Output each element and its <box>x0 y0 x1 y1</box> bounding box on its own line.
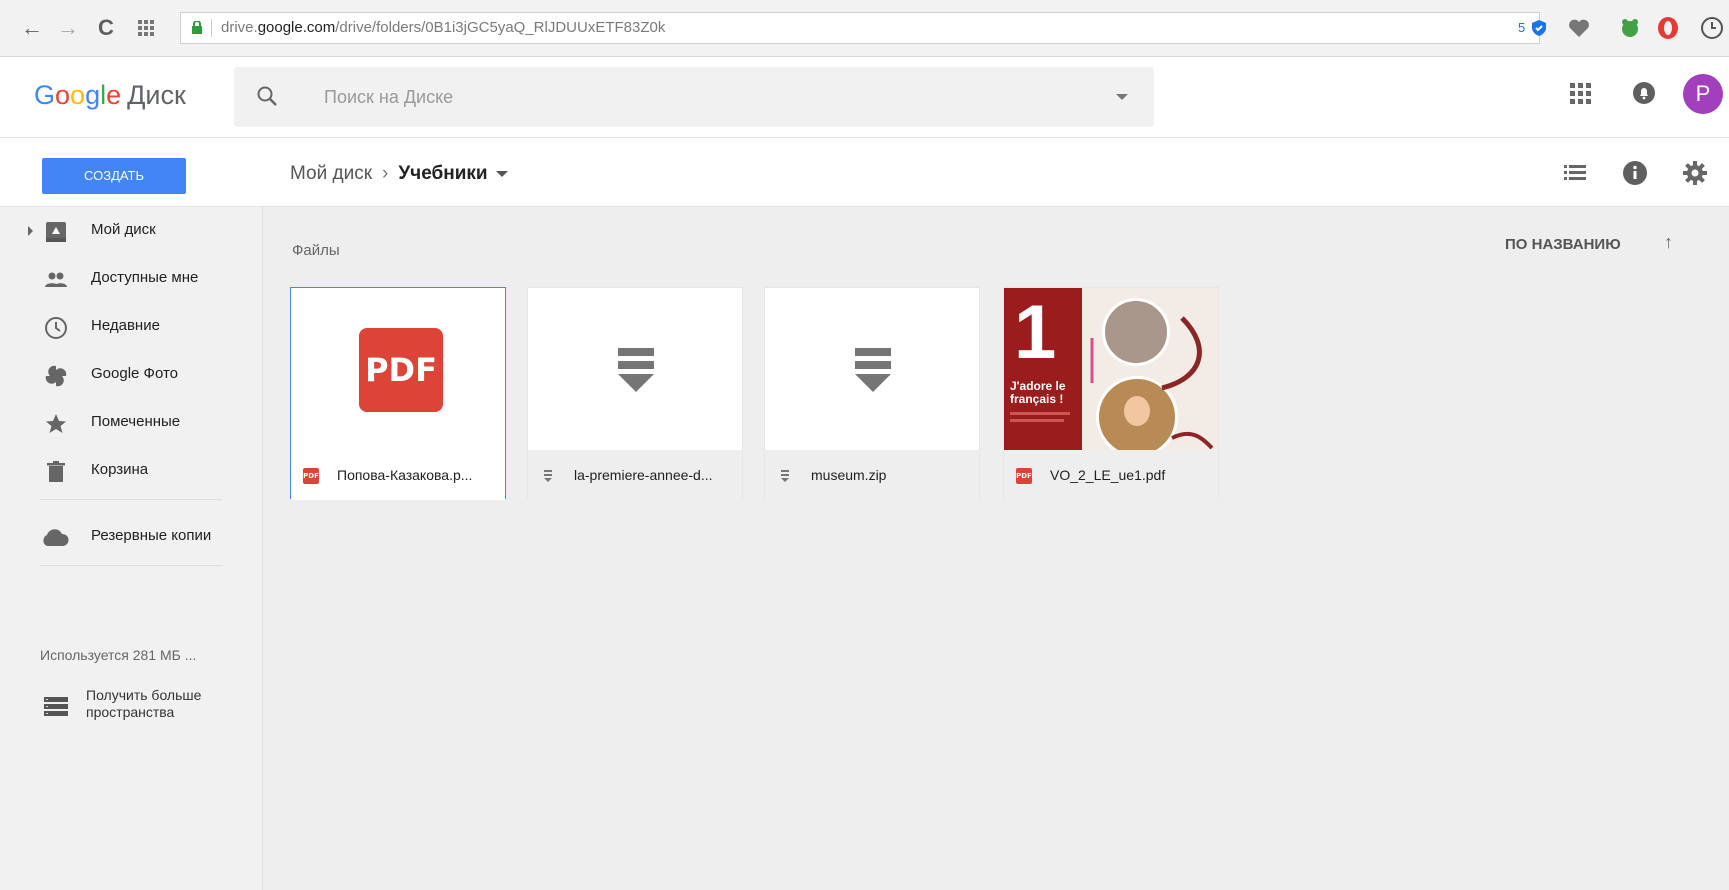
thumbnail-number: 1 <box>1014 290 1057 375</box>
avatar[interactable]: P <box>1683 74 1723 114</box>
timer-ext-icon[interactable] <box>1700 16 1724 40</box>
file-thumbnail <box>765 288 979 451</box>
file-card[interactable]: 1 J'adore le français ! PDF VO_2_LE_ue1.p… <box>1003 287 1219 500</box>
pdf-icon: PDF <box>303 468 319 484</box>
storage-icon <box>44 697 68 716</box>
sort-direction-icon[interactable]: ↑ <box>1664 232 1673 253</box>
archive-icon <box>855 348 891 392</box>
opera-icon[interactable] <box>1656 16 1680 40</box>
expand-caret-icon[interactable] <box>28 226 33 236</box>
drive-header: Google Диск Поиск на Диске P <box>0 57 1729 138</box>
breadcrumb: Мой диск › Учебники <box>290 162 508 186</box>
create-button[interactable]: СОЗДАТЬ <box>42 158 186 194</box>
file-thumbnail: 1 J'adore le français ! <box>1004 288 1218 451</box>
sidebar-divider <box>40 565 222 566</box>
archive-icon <box>544 470 552 482</box>
file-name: museum.zip <box>811 467 887 483</box>
star-icon <box>46 414 66 433</box>
search-options-dropdown-icon[interactable] <box>1116 94 1128 100</box>
frog-ext-icon[interactable] <box>1618 16 1642 40</box>
settings-gear-icon[interactable] <box>1682 160 1708 186</box>
file-card[interactable]: PDF PDF Попова-Казакова.p... <box>290 287 506 500</box>
sidebar-item-starred[interactable]: Помеченные <box>0 399 262 447</box>
sidebar-item-backups[interactable]: Резервные копии <box>0 513 262 561</box>
reload-icon[interactable]: C <box>92 14 120 42</box>
file-name: VO_2_LE_ue1.pdf <box>1050 467 1166 483</box>
file-thumbnail: PDF <box>291 288 505 451</box>
sidebar-item-shared[interactable]: Доступные мне <box>0 255 262 303</box>
lock-icon <box>192 21 202 34</box>
notifications-icon[interactable] <box>1632 81 1656 105</box>
thumbnail-title: J'adore le français ! <box>1010 379 1066 406</box>
back-icon[interactable]: ← <box>18 14 46 42</box>
forward-icon[interactable]: → <box>54 14 82 42</box>
archive-icon <box>618 348 654 392</box>
shared-icon <box>45 272 67 287</box>
storage-usage-text: Используется 281 МБ ... <box>40 647 197 663</box>
heart-ext-icon[interactable] <box>1568 18 1590 38</box>
sidebar-item-google-photos[interactable]: Google Фото <box>0 351 262 399</box>
file-card[interactable]: la-premiere-annee-d... <box>527 287 743 500</box>
search-input[interactable]: Поиск на Диске <box>324 87 453 108</box>
trash-icon <box>47 461 65 482</box>
pdf-icon: PDF <box>1016 468 1032 484</box>
address-bar[interactable]: drive.google.com/drive/folders/0B1i3jGC5… <box>180 12 1540 44</box>
folder-menu-dropdown-icon[interactable] <box>495 170 508 177</box>
ext-badge: 5 <box>1518 20 1526 35</box>
file-card[interactable]: museum.zip <box>764 287 980 500</box>
thumbnail-arrows <box>1090 316 1214 450</box>
apps-shortcut-icon[interactable] <box>138 20 156 36</box>
archive-icon <box>781 470 789 482</box>
file-name: Попова-Казакова.p... <box>337 467 473 483</box>
list-view-icon[interactable] <box>1562 160 1588 186</box>
drive-toolbar: СОЗДАТЬ Мой диск › Учебники <box>0 138 1729 207</box>
sort-by-name-button[interactable]: ПО НАЗВАНИЮ <box>1505 236 1621 253</box>
get-more-storage-link[interactable]: Получить больше пространства <box>44 687 244 727</box>
breadcrumb-root[interactable]: Мой диск <box>290 163 372 184</box>
sidebar-item-my-drive[interactable]: Мой диск <box>0 207 262 255</box>
info-icon[interactable] <box>1622 160 1648 186</box>
files-section-label: Файлы <box>292 242 340 259</box>
sidebar-item-recent[interactable]: Недавние <box>0 303 262 351</box>
shield-ext-icon[interactable] <box>1530 19 1548 37</box>
search-icon <box>257 86 277 106</box>
photos-icon <box>45 365 67 387</box>
file-thumbnail <box>528 288 742 451</box>
google-apps-icon[interactable] <box>1570 83 1592 105</box>
clock-icon <box>45 317 67 339</box>
sidebar: Мой диск Доступные мне Недавние Google Ф… <box>0 207 263 890</box>
breadcrumb-current[interactable]: Учебники <box>398 163 487 184</box>
google-drive-logo[interactable]: Google Диск <box>34 77 186 113</box>
breadcrumb-separator: › <box>382 163 389 184</box>
cloud-icon <box>43 529 69 546</box>
sidebar-item-trash[interactable]: Корзина <box>0 447 262 495</box>
file-name: la-premiere-annee-d... <box>574 467 713 483</box>
search-box[interactable]: Поиск на Диске <box>234 67 1154 127</box>
browser-toolbar: ← → C drive.google.com/drive/folders/0B1… <box>0 0 1729 57</box>
pdf-icon: PDF <box>359 328 443 412</box>
url-text: drive.google.com/drive/folders/0B1i3jGC5… <box>221 19 666 36</box>
drive-icon <box>46 222 66 242</box>
sidebar-divider <box>40 499 222 500</box>
